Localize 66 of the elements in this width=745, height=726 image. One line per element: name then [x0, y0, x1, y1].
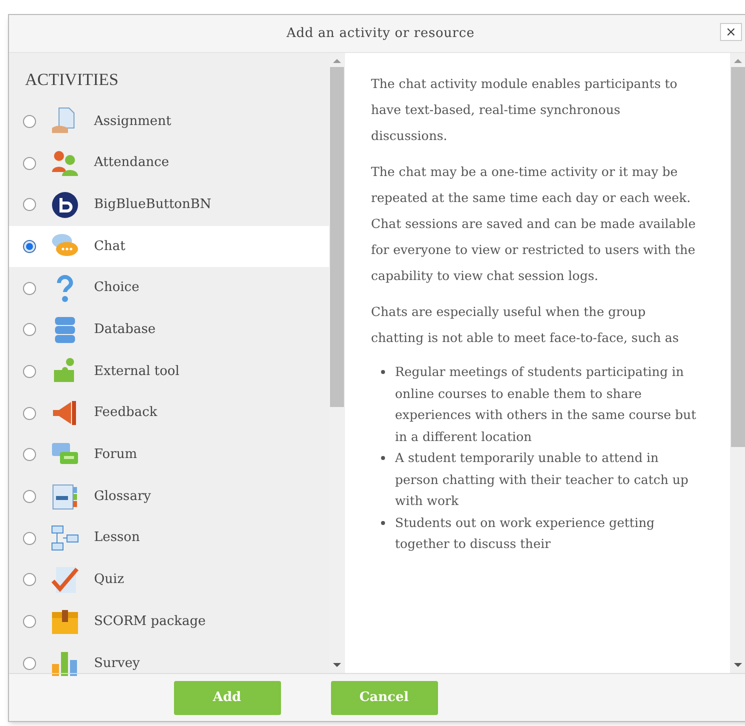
radio-button[interactable] — [23, 615, 36, 628]
radio-button[interactable] — [23, 532, 36, 545]
activity-option[interactable]: Glossary — [9, 476, 329, 518]
radio-button[interactable] — [23, 406, 36, 420]
activity-option[interactable]: Quiz — [9, 559, 329, 601]
radio-button[interactable] — [23, 573, 36, 586]
activity-option[interactable]: Database — [9, 308, 329, 351]
activity-label: Feedback — [94, 404, 158, 422]
radio-button[interactable] — [23, 656, 36, 670]
scrollbar[interactable] — [730, 53, 745, 673]
scroll-up-icon[interactable] — [333, 59, 341, 63]
dialog-title: Add an activity or resource — [286, 24, 474, 43]
activity-option[interactable]: External tool — [9, 350, 329, 392]
activity-label: Quiz — [94, 571, 124, 590]
activity-label: SCORM package — [94, 612, 206, 631]
activity-label: Choice — [94, 279, 140, 298]
radio-button[interactable] — [23, 156, 36, 170]
activity-label: Glossary — [94, 488, 152, 506]
bullet-icon — [381, 370, 385, 374]
description-paragraph: Chats are especially useful when the group chatting is not able to meet face-to-face, such as — [371, 303, 680, 347]
bullet-icon — [381, 456, 385, 460]
activity-label: Attendance — [94, 154, 170, 172]
bullet-text: Regular meetings of students participating in online courses to enable them to share experiences with others in the same course but in a different location — [395, 363, 698, 446]
book-icon — [50, 482, 80, 512]
scrollbar-thumb[interactable] — [330, 67, 344, 407]
activity-label: Assignment — [94, 112, 172, 131]
activity-label: Forum — [94, 446, 138, 464]
activity-option[interactable]: SCORM package — [9, 600, 329, 642]
activity-option[interactable]: Attendance — [9, 142, 329, 184]
activity-option[interactable]: Forum — [9, 434, 329, 476]
radio-button[interactable] — [23, 240, 36, 253]
section-heading: ACTIVITIES — [25, 69, 120, 91]
scroll-up-icon[interactable] — [734, 59, 742, 63]
radio-button[interactable] — [23, 448, 36, 462]
activity-option[interactable]: BigBlueButtonBN — [9, 184, 329, 226]
radio-button[interactable] — [23, 114, 36, 128]
radio-button[interactable] — [23, 364, 36, 378]
bullet-text: Students out on work experience getting together to discuss their — [395, 514, 656, 553]
bullet-text: A student temporarily unable to attend in person chatting with their teacher to catch up with work — [395, 449, 690, 510]
activity-label: Database — [94, 321, 156, 340]
scroll-down-icon[interactable] — [333, 663, 341, 667]
logo-icon — [50, 190, 80, 220]
activity-option[interactable]: Assignment — [9, 100, 329, 142]
activity-option[interactable]: Feedback — [9, 392, 329, 434]
radio-button[interactable] — [23, 490, 36, 504]
activity-label: Chat — [94, 238, 126, 256]
activity-label: Survey — [94, 654, 140, 673]
radio-button[interactable] — [23, 198, 36, 212]
activity-option[interactable]: Choice — [9, 267, 329, 309]
description-paragraph: The chat may be a one-time activity or it may be repeated at the same time each day or each week. Chat sessions are saved and can be made available for everyone to view or restricted to users with the capability to view chat session logs. — [371, 163, 697, 285]
activity-label: BigBlueButtonBN — [94, 196, 212, 214]
activity-label: Lesson — [94, 529, 140, 548]
radio-button[interactable] — [23, 323, 36, 336]
activity-option[interactable]: Chat — [9, 226, 329, 268]
people-icon — [50, 148, 80, 178]
radio-button[interactable] — [23, 282, 36, 295]
checkmark-icon — [50, 564, 80, 595]
close-button[interactable]: × — [720, 23, 742, 41]
activity-label: External tool — [94, 362, 180, 381]
description-paragraph: The chat activity module enables participants to have text-based, real-time synchronous discussions. — [371, 75, 678, 145]
scrollbar[interactable] — [329, 53, 345, 673]
scrollbar-thumb[interactable] — [731, 67, 745, 447]
activity-option[interactable]: Lesson — [9, 517, 329, 560]
scroll-down-icon[interactable] — [734, 663, 742, 667]
flowchart-icon — [50, 523, 80, 554]
bullet-icon — [381, 520, 385, 524]
